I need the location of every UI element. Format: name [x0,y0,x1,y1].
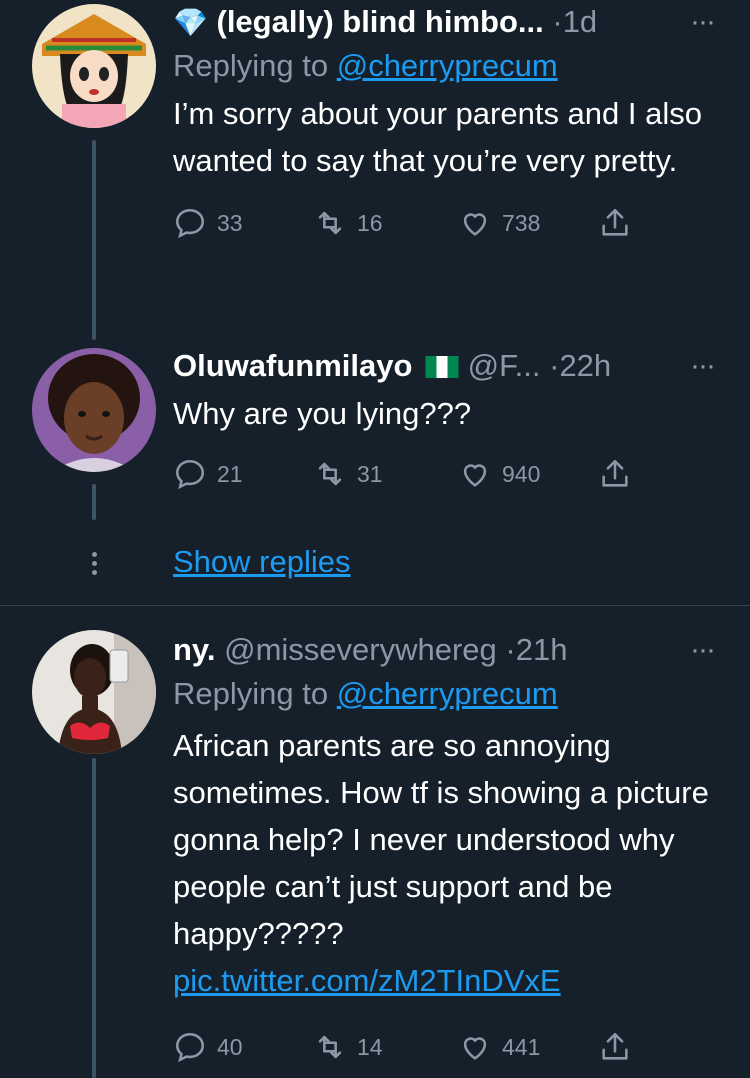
share-icon [602,208,628,236]
retweet-icon [318,211,342,235]
separator-dot: · [552,4,563,39]
thread-line [92,140,96,340]
retweet-icon [318,1035,342,1059]
like-count: 940 [502,460,541,487]
reply-count: 40 [217,1033,243,1060]
share-icon [602,1032,628,1060]
separator-dot: · [549,348,560,383]
avatar[interactable] [32,4,156,128]
retweet-button[interactable]: 31 [313,457,383,491]
show-replies-link[interactable]: Show replies [173,544,350,580]
tweet-header: Oluwafunmilayo @F... ·22h ··· [173,344,720,388]
like-count: 441 [502,1033,541,1060]
more-options-icon[interactable]: ··· [690,0,716,44]
heart-icon [463,1037,487,1060]
reply-button[interactable]: 40 [173,1030,243,1064]
share-button[interactable] [598,457,642,491]
more-options-icon[interactable]: ··· [690,344,716,388]
reply-count: 33 [217,209,243,236]
replying-to-handle-link[interactable]: @cherryprecum [337,48,558,83]
tweet-text: African parents are so annoying sometime… [173,728,709,951]
retweet-count: 14 [357,1033,383,1060]
display-name[interactable]: (legally) blind himbo... [217,4,544,39]
heart-icon [463,464,487,487]
timestamp[interactable]: 22h [559,348,611,383]
like-button[interactable]: 940 [458,457,540,491]
reply-icon [175,459,205,490]
user-handle[interactable]: @misseverywhereg [224,632,497,667]
share-button[interactable] [598,1030,642,1064]
retweet-icon [318,462,342,486]
like-button[interactable]: 441 [458,1030,540,1064]
reply-count: 21 [217,460,243,487]
heart-icon [463,213,487,236]
tweet-actions: 33 16 738 [173,206,720,246]
avatar[interactable] [32,348,156,472]
timestamp[interactable]: 1d [563,4,597,39]
retweet-button[interactable]: 16 [313,206,383,240]
retweet-button[interactable]: 14 [313,1030,383,1064]
timestamp[interactable]: 21h [516,632,568,667]
thread-line [92,484,96,520]
reply-icon [175,208,205,239]
more-replies-dots-icon [84,552,104,575]
tweet-actions: 21 31 940 [173,457,720,497]
retweet-count: 31 [357,460,383,487]
tweet-text: Why are you lying??? [173,396,472,431]
replying-to: Replying to @cherryprecum [173,672,720,716]
share-button[interactable] [598,206,642,240]
retweet-count: 16 [357,209,383,236]
reply-button[interactable]: 33 [173,206,243,240]
user-handle[interactable]: @F... [468,348,541,383]
separator-dot: · [505,632,516,667]
more-options-icon[interactable]: ··· [690,628,716,672]
tweet-text: I’m sorry about your parents and I also … [173,96,702,178]
tweet-actions: 40 14 441 [173,1030,720,1070]
replying-to: Replying to @cherryprecum [173,44,720,88]
display-name[interactable]: ny. [173,632,216,667]
like-count: 738 [502,209,541,236]
media-link[interactable]: pic.twitter.com/zM2TInDVxE [173,963,561,998]
tweet-header: 💎 (legally) blind himbo... ·1d ··· [173,0,720,44]
like-button[interactable]: 738 [458,206,540,240]
display-name[interactable]: Oluwafunmilayo [173,348,412,383]
nigeria-flag-icon [425,346,459,378]
replying-prefix: Replying to [173,48,329,83]
replying-prefix: Replying to [173,676,329,711]
reply-icon [175,1032,205,1063]
diamond-icon: 💎 [173,7,208,38]
tweet-header: ny. @misseverywhereg ·21h ··· [173,628,720,672]
replying-to-handle-link[interactable]: @cherryprecum [337,676,558,711]
avatar[interactable] [32,630,156,754]
thread-line [92,758,96,1078]
reply-button[interactable]: 21 [173,457,243,491]
share-icon [602,459,628,487]
divider [0,605,750,606]
